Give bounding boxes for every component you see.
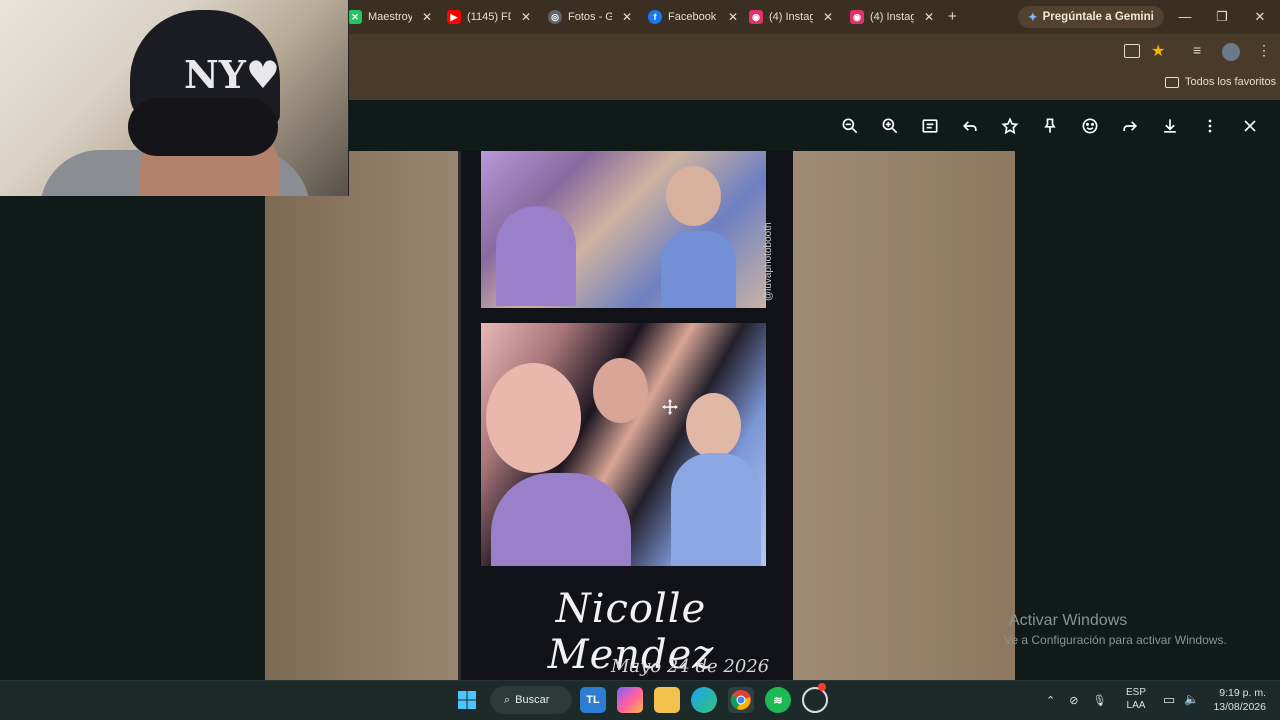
- tab-youtube[interactable]: ▶ (1145) FD ✕: [447, 4, 531, 30]
- language-line2: LAA: [1126, 700, 1146, 711]
- gemini-button[interactable]: ✦ Pregúntale a Gemini: [1018, 6, 1164, 28]
- avatar[interactable]: [1222, 43, 1240, 61]
- display-icon[interactable]: ▭: [1163, 692, 1175, 708]
- emoji-icon[interactable]: [1070, 113, 1110, 139]
- pin-icon[interactable]: [1030, 113, 1070, 139]
- close-icon[interactable]: ✕: [521, 10, 531, 24]
- file-explorer-icon[interactable]: [654, 687, 680, 713]
- face-shape: [593, 358, 648, 423]
- close-icon[interactable]: ✕: [823, 10, 833, 24]
- move-cursor-icon: [662, 399, 678, 415]
- all-bookmarks-button[interactable]: Todos los favoritos: [1165, 76, 1276, 88]
- close-icon[interactable]: ✕: [924, 10, 934, 24]
- gemini-icon: ✦: [1028, 12, 1038, 24]
- webcam-overlay: NY♥: [0, 0, 349, 196]
- app-icon[interactable]: [802, 683, 828, 713]
- minimize-button[interactable]: —: [1170, 6, 1200, 28]
- tab-label: (1145) FD: [467, 11, 511, 23]
- tab-facebook[interactable]: f Facebook ✕: [648, 4, 738, 30]
- close-icon[interactable]: ✕: [622, 10, 632, 24]
- viewer-toolbar: [830, 113, 1270, 139]
- cardboard-right: [792, 151, 1015, 680]
- spotify-icon[interactable]: ≋: [765, 687, 791, 713]
- new-tab-button[interactable]: +: [948, 8, 957, 25]
- activation-watermark-subtitle: Ve a Configuración para activar Windows.: [1004, 633, 1227, 647]
- tab-instagram-2[interactable]: ◉ (4) Instag ✕: [850, 4, 934, 30]
- notification-badge: [818, 683, 826, 691]
- face-shape: [666, 166, 721, 226]
- tl-icon[interactable]: TL: [580, 687, 606, 713]
- photo-date-text: Mayo 24 de 2026: [611, 656, 770, 677]
- cap-logo-icon: NY♥: [184, 52, 280, 97]
- search-label: Buscar: [515, 694, 550, 706]
- restore-button[interactable]: ❐: [1207, 6, 1237, 28]
- close-window-button[interactable]: ✕: [1245, 6, 1275, 28]
- start-icon[interactable]: [454, 687, 480, 713]
- facebook-icon: f: [648, 10, 662, 24]
- photobooth-strip: @luvaphotobooth Nicolle Mendez Mayo 24 d…: [458, 151, 793, 680]
- photo-frame-middle: [481, 323, 766, 566]
- tab-maestroy[interactable]: ✕ Maestroy ✕: [348, 4, 432, 30]
- tab-label: Fotos - G: [568, 11, 612, 23]
- zoom-out-icon[interactable]: [830, 113, 870, 139]
- cap-brim-shape: [128, 98, 278, 156]
- copilot-icon[interactable]: [617, 687, 643, 713]
- instagram-icon: ◉: [850, 10, 864, 24]
- close-icon[interactable]: ✕: [728, 10, 738, 24]
- caption-icon[interactable]: [910, 113, 950, 139]
- install-app-icon[interactable]: [1124, 44, 1140, 58]
- search-icon: ⌕: [504, 693, 511, 706]
- download-icon[interactable]: [1150, 113, 1190, 139]
- menu-icon[interactable]: ⋮: [1257, 42, 1271, 59]
- system-tray: ⌃ ⊘ 🎙: [1046, 686, 1106, 714]
- photo-handle-text: @luvaphotobooth: [763, 222, 774, 301]
- clock-date: 13/08/2026: [1213, 701, 1266, 713]
- all-bookmarks-label: Todos los favoritos: [1185, 76, 1277, 88]
- chevron-up-icon[interactable]: ⌃: [1046, 694, 1055, 707]
- tab-instagram-1[interactable]: ◉ (4) Instag ✕: [749, 4, 833, 30]
- close-icon[interactable]: [1230, 113, 1270, 139]
- person-shape: [661, 231, 736, 308]
- more-icon[interactable]: [1190, 113, 1230, 139]
- person-shape: [496, 206, 576, 306]
- clock-time: 9:19 p. m.: [1219, 687, 1266, 699]
- edge-icon[interactable]: [691, 687, 717, 713]
- face-shape: [686, 393, 741, 458]
- youtube-icon: ▶: [447, 10, 461, 24]
- bookmark-star-icon[interactable]: ★: [1151, 41, 1165, 61]
- photo-frame-top: [481, 151, 766, 308]
- photo-image: @luvaphotobooth Nicolle Mendez Mayo 24 d…: [265, 151, 1015, 680]
- cardboard-left: [265, 151, 460, 680]
- language-indicator[interactable]: ESP LAA: [1126, 686, 1146, 712]
- network-off-icon[interactable]: ⊘: [1069, 694, 1078, 707]
- instagram-icon: ◉: [749, 10, 763, 24]
- tab-label: (4) Instag: [769, 11, 813, 23]
- folder-icon: [1165, 76, 1179, 88]
- volume-icon[interactable]: 🔈: [1184, 692, 1199, 706]
- tab-fotos[interactable]: ◎ Fotos - G ✕: [548, 4, 632, 30]
- tab-label: Facebook: [668, 11, 717, 23]
- forward-icon[interactable]: [1110, 113, 1150, 139]
- person-shape: [491, 473, 631, 566]
- close-icon[interactable]: ✕: [422, 10, 432, 24]
- activation-watermark-title: Activar Windows: [1009, 612, 1128, 629]
- tab-label: (4) Instag: [870, 11, 914, 23]
- media-control-icon[interactable]: ≡: [1193, 42, 1201, 58]
- x-green-icon: ✕: [348, 10, 362, 24]
- reply-icon[interactable]: [950, 113, 990, 139]
- tab-label: Maestroy: [368, 11, 412, 23]
- microphone-icon[interactable]: 🎙: [1092, 694, 1106, 707]
- globe-icon: ◎: [548, 10, 562, 24]
- language-line1: ESP: [1126, 687, 1147, 698]
- gemini-label: Pregúntale a Gemini: [1042, 11, 1154, 23]
- star-icon[interactable]: [990, 113, 1030, 139]
- person-shape: [671, 453, 761, 566]
- clock[interactable]: 9:19 p. m. 13/08/2026: [1208, 686, 1266, 714]
- zoom-in-icon[interactable]: [870, 113, 910, 139]
- taskbar-search[interactable]: ⌕ Buscar: [490, 686, 572, 714]
- chrome-icon[interactable]: [728, 687, 754, 713]
- face-shape: [486, 363, 581, 473]
